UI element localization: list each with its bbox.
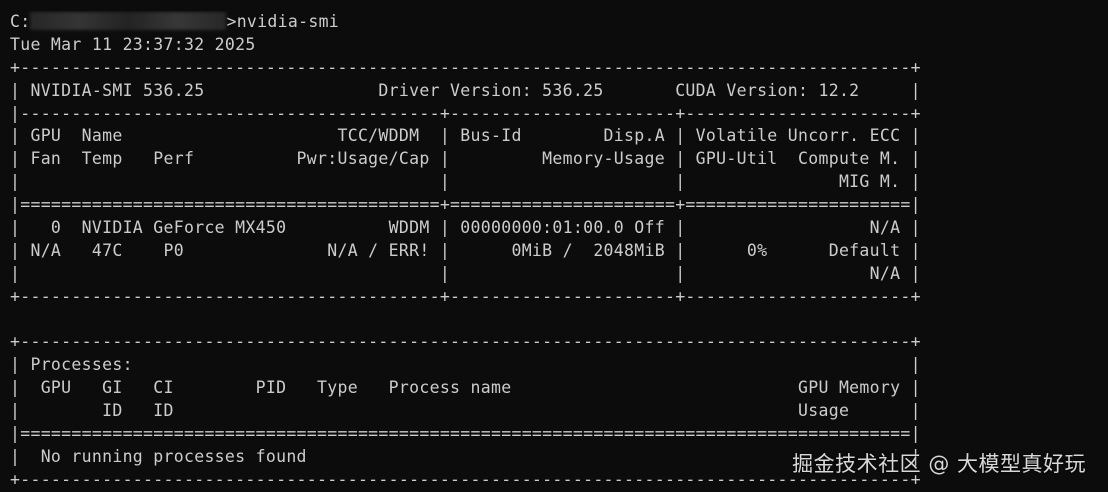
output-line: | NVIDIA-SMI 536.25 Driver Version: 536.… xyxy=(10,80,921,100)
prompt-symbol: > xyxy=(226,12,237,31)
watermark-text: 掘金技术社区 @ 大模型真好玩 xyxy=(792,452,1086,477)
redacted-path xyxy=(30,12,227,30)
output-line: +---------------------------------------… xyxy=(10,286,921,306)
command-output: +---------------------------------------… xyxy=(10,57,1100,492)
output-line: | Processes: | xyxy=(10,355,921,375)
output-line: | GPU Name TCC/WDDM | Bus-Id Disp.A | Vo… xyxy=(10,126,921,146)
output-line: | | | MIG M. | xyxy=(10,172,921,192)
output-line: |---------------------------------------… xyxy=(10,103,921,123)
prompt-drive: C: xyxy=(10,12,31,31)
output-line: +---------------------------------------… xyxy=(10,332,921,352)
output-line: | GPU GI CI PID Type Process name GPU Me… xyxy=(10,378,921,398)
timestamp-line: Tue Mar 11 23:37:32 2025 xyxy=(10,34,256,54)
output-line: |=======================================… xyxy=(10,424,921,444)
output-line: | ID ID Usage | xyxy=(10,401,921,421)
output-line: | N/A 47C P0 N/A / ERR! | 0MiB / 2048MiB… xyxy=(10,240,921,260)
terminal-window[interactable]: C: >nvidia-smi Tue Mar 11 23:37:32 2025 +… xyxy=(10,11,1100,489)
output-line: +---------------------------------------… xyxy=(10,57,921,77)
output-line: | | | N/A | xyxy=(10,263,921,283)
command-text: nvidia-smi xyxy=(236,12,340,31)
output-line: | Fan Temp Perf Pwr:Usage/Cap | Memory-U… xyxy=(10,149,921,169)
output-line: | 0 NVIDIA GeForce MX450 WDDM | 00000000… xyxy=(10,218,921,238)
output-line: |=======================================… xyxy=(10,195,921,215)
prompt-line: C: >nvidia-smi xyxy=(10,11,1100,34)
